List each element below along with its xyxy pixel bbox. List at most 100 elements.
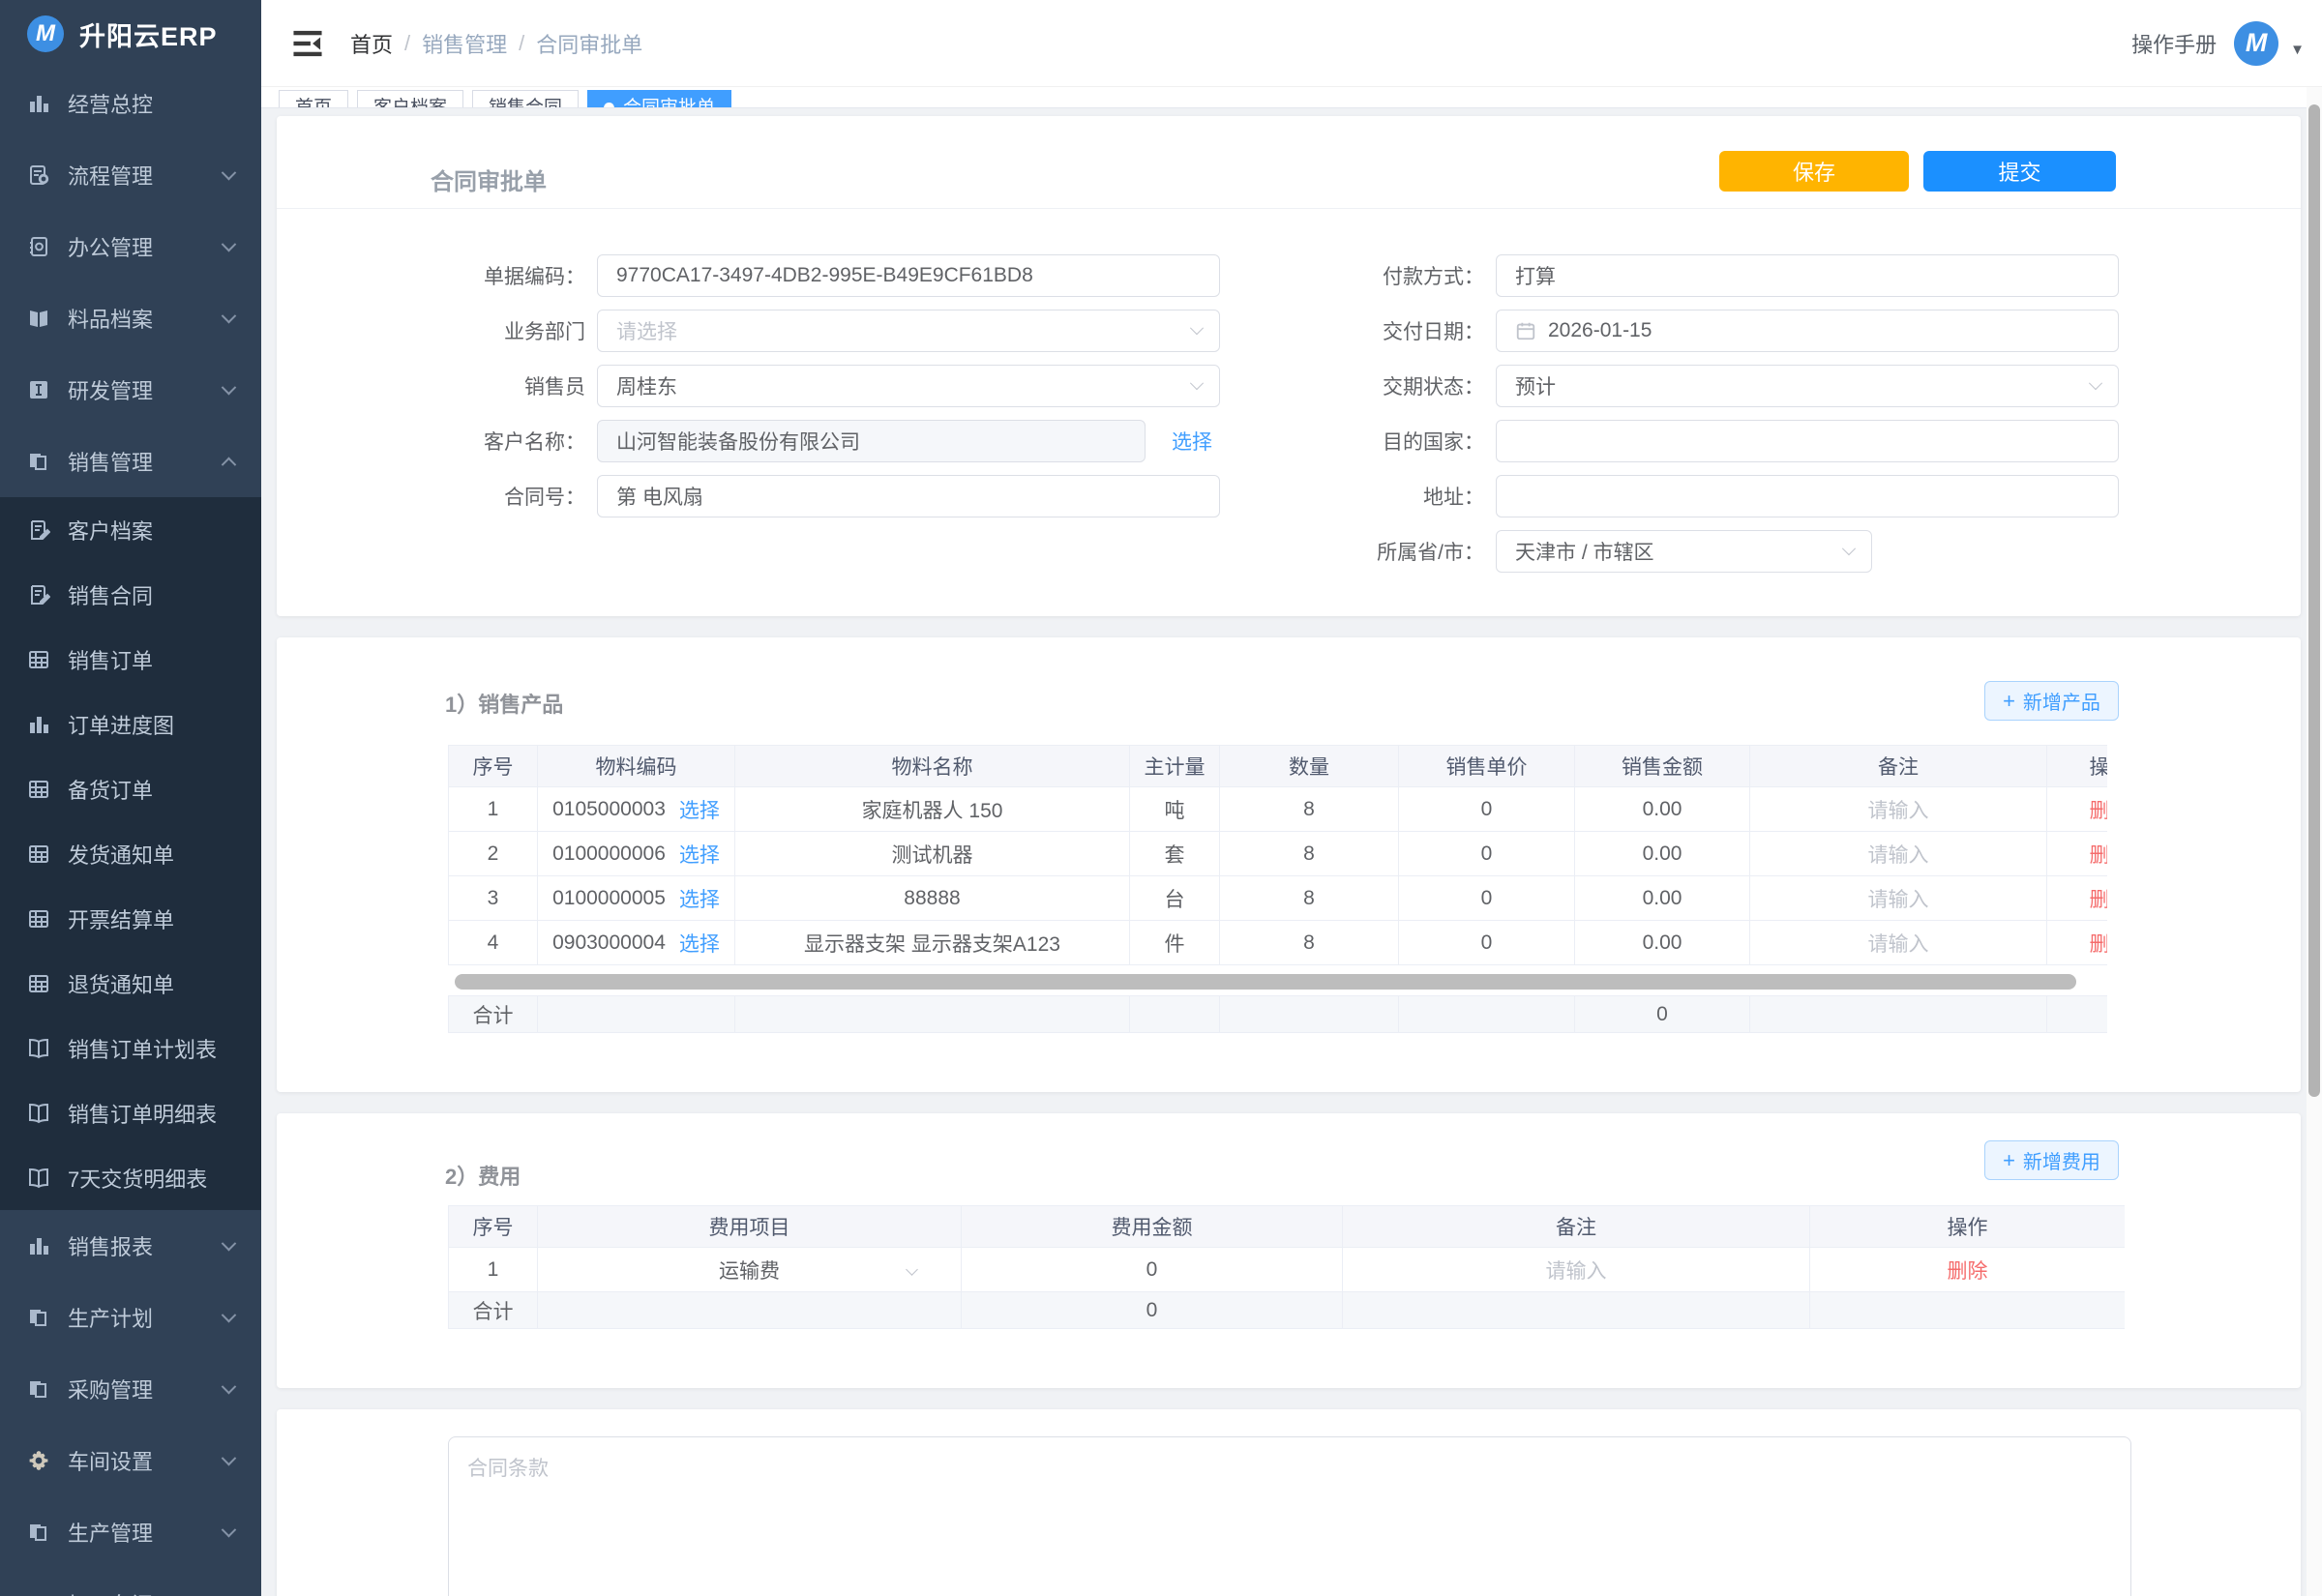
manual-link[interactable]: 操作手册 (2131, 28, 2217, 59)
dest-country-label: 目的国家： (1307, 427, 1496, 456)
col-remark: 备注 (1343, 1206, 1810, 1248)
material-code: 0105000003 (552, 798, 666, 821)
sidebar-item-process-mgmt[interactable]: 流程管理 (0, 139, 261, 211)
sidebar-item-sales-order[interactable]: 销售订单 (0, 627, 261, 692)
tab-customer-archive[interactable]: 客户档案 (357, 90, 463, 108)
material-name: 88888 (735, 876, 1130, 921)
sidebar-item-office-mgmt[interactable]: 办公管理 (0, 211, 261, 282)
col-qty: 数量 (1220, 746, 1399, 787)
horizontal-scrollbar-thumb[interactable] (455, 974, 2076, 990)
sidebar-item-sales-contract[interactable]: 销售合同 (0, 562, 261, 627)
fees-total-row: 合计 0 (449, 1292, 2126, 1329)
submit-button[interactable]: 提交 (1923, 151, 2116, 192)
salesman-select[interactable]: 周桂东 (597, 365, 1220, 407)
sidebar-item-processing-workshop[interactable]: 加工车间 (0, 1568, 261, 1596)
sidebar-item-sales-order-detail[interactable]: 销售订单明细表 (0, 1080, 261, 1145)
contract-no-input[interactable] (597, 475, 1220, 517)
pick-material-link[interactable]: 选择 (679, 929, 720, 958)
delete-row-link[interactable]: 删除 (2090, 844, 2108, 867)
breadcrumb-home[interactable]: 首页 (350, 28, 393, 59)
sidebar-item-business-overview[interactable]: 经营总控 (0, 68, 261, 139)
tab-home[interactable]: 首页 (279, 90, 348, 108)
sidebar-item-label: 订单进度图 (68, 709, 174, 740)
sidebar-item-rnd-mgmt[interactable]: 研发管理 (0, 354, 261, 426)
delivery-date-value: 2026-01-15 (1548, 319, 1652, 342)
tab-sales-contract[interactable]: 销售合同 (472, 90, 579, 108)
caret-down-icon[interactable]: ▼ (2290, 42, 2305, 58)
sidebar-item-shipping-notice[interactable]: 发货通知单 (0, 821, 261, 886)
bar-chart-icon (27, 92, 50, 115)
sidebar-item-label: 经营总控 (68, 88, 153, 119)
fees-header-row: 序号 费用项目 费用金额 备注 操作 (449, 1206, 2126, 1248)
vertical-scrollbar-thumb[interactable] (2308, 104, 2320, 1097)
sidebar-item-production-plan[interactable]: 生产计划 (0, 1282, 261, 1353)
sidebar-item-sales-order-plan[interactable]: 销售订单计划表 (0, 1016, 261, 1080)
delete-row-link[interactable]: 删除 (1948, 1260, 1988, 1283)
header-right-group: 操作手册 M ▼ (2131, 21, 2322, 66)
remark-input[interactable]: 请输入 (1868, 844, 1929, 867)
contract-terms-textarea[interactable] (448, 1436, 2131, 1596)
add-fee-label: 新增费用 (2023, 1146, 2100, 1174)
chevron-down-icon (222, 236, 237, 251)
products-total-row: 合计 0 (449, 996, 2108, 1033)
fee-item-select[interactable]: 运输费 (538, 1248, 962, 1292)
add-product-button[interactable]: + 新增产品 (1984, 681, 2119, 721)
app-logo: M 升阳云ERP (0, 0, 261, 68)
sidebar-item-order-progress[interactable]: 订单进度图 (0, 692, 261, 756)
province-select[interactable]: 天津市 / 市辖区 (1496, 530, 1872, 573)
sidebar-item-7day-delivery-detail[interactable]: 7天交货明细表 (0, 1145, 261, 1210)
dest-country-input[interactable] (1496, 420, 2119, 462)
remark-input[interactable]: 请输入 (1868, 933, 1929, 956)
sidebar-item-invoice-settlement[interactable]: 开票结算单 (0, 886, 261, 951)
pick-material-link[interactable]: 选择 (679, 840, 720, 869)
table-grid-icon (27, 648, 50, 671)
sidebar-item-label: 加工车间 (68, 1588, 153, 1596)
menu-fold-icon[interactable] (290, 28, 325, 59)
sidebar-item-workshop-settings[interactable]: 车间设置 (0, 1425, 261, 1496)
tabs-bar: 首页 客户档案 销售合同 合同审批单 (261, 87, 2322, 108)
col-remark: 备注 (1750, 746, 2047, 787)
chevron-down-icon (222, 1450, 237, 1465)
col-actions: 操作 (2047, 746, 2108, 787)
doc-code-input[interactable] (597, 254, 1220, 297)
col-actions: 操作 (1810, 1206, 2126, 1248)
delivery-status-select[interactable]: 预计 (1496, 365, 2119, 407)
gear-icon (27, 1449, 50, 1472)
document-edit-icon (27, 583, 50, 606)
pick-material-link[interactable]: 选择 (679, 795, 720, 824)
remark-input[interactable]: 请输入 (1546, 1260, 1607, 1283)
products-header-row: 序号 物料编码 物料名称 主计量 数量 销售单价 销售金额 备注 操作 (449, 746, 2108, 787)
payment-input[interactable] (1496, 254, 2119, 297)
save-button[interactable]: 保存 (1719, 151, 1909, 192)
total-amount: 0 (1575, 996, 1750, 1033)
delivery-date-picker[interactable]: 2026-01-15 (1496, 310, 2119, 352)
sidebar-item-sales-mgmt[interactable]: 销售管理 (0, 426, 261, 497)
add-fee-button[interactable]: + 新增费用 (1984, 1140, 2119, 1180)
fee-item-value: 运输费 (719, 1260, 780, 1283)
sidebar-item-material-archive[interactable]: 料品档案 (0, 282, 261, 354)
remark-input[interactable]: 请输入 (1868, 889, 1929, 911)
remark-input[interactable]: 请输入 (1868, 800, 1929, 822)
col-seq: 序号 (449, 746, 538, 787)
delete-row-link[interactable]: 删除 (2090, 800, 2108, 822)
delete-row-link[interactable]: 删除 (2090, 889, 2108, 911)
plus-icon: + (2003, 1150, 2015, 1171)
tab-contract-approval[interactable]: 合同审批单 (587, 90, 731, 108)
dept-select[interactable]: 请选择 (597, 310, 1220, 352)
address-input[interactable] (1496, 475, 2119, 517)
product-row: 2 0100000006 选择 测试机器 套 8 0 0.00 请输入 (449, 832, 2108, 876)
sidebar-item-customer-archive[interactable]: 客户档案 (0, 497, 261, 562)
user-avatar[interactable]: M (2234, 21, 2278, 66)
pick-material-link[interactable]: 选择 (679, 884, 720, 913)
customer-pick-link[interactable]: 选择 (1172, 427, 1212, 456)
sidebar-item-sales-report[interactable]: 销售报表 (0, 1210, 261, 1282)
sidebar-item-label: 发货通知单 (68, 839, 174, 870)
pages-icon (27, 1306, 50, 1329)
products-table-wrapper: 序号 物料编码 物料名称 主计量 数量 销售单价 销售金额 备注 操作 (448, 745, 2107, 965)
sidebar-item-return-notice[interactable]: 退货通知单 (0, 951, 261, 1016)
sidebar-item-production-mgmt[interactable]: 生产管理 (0, 1496, 261, 1568)
sidebar-item-purchase-mgmt[interactable]: 采购管理 (0, 1353, 261, 1425)
bar-chart-icon (27, 1234, 50, 1257)
sidebar-item-stock-order[interactable]: 备货订单 (0, 756, 261, 821)
delete-row-link[interactable]: 删除 (2090, 933, 2108, 956)
